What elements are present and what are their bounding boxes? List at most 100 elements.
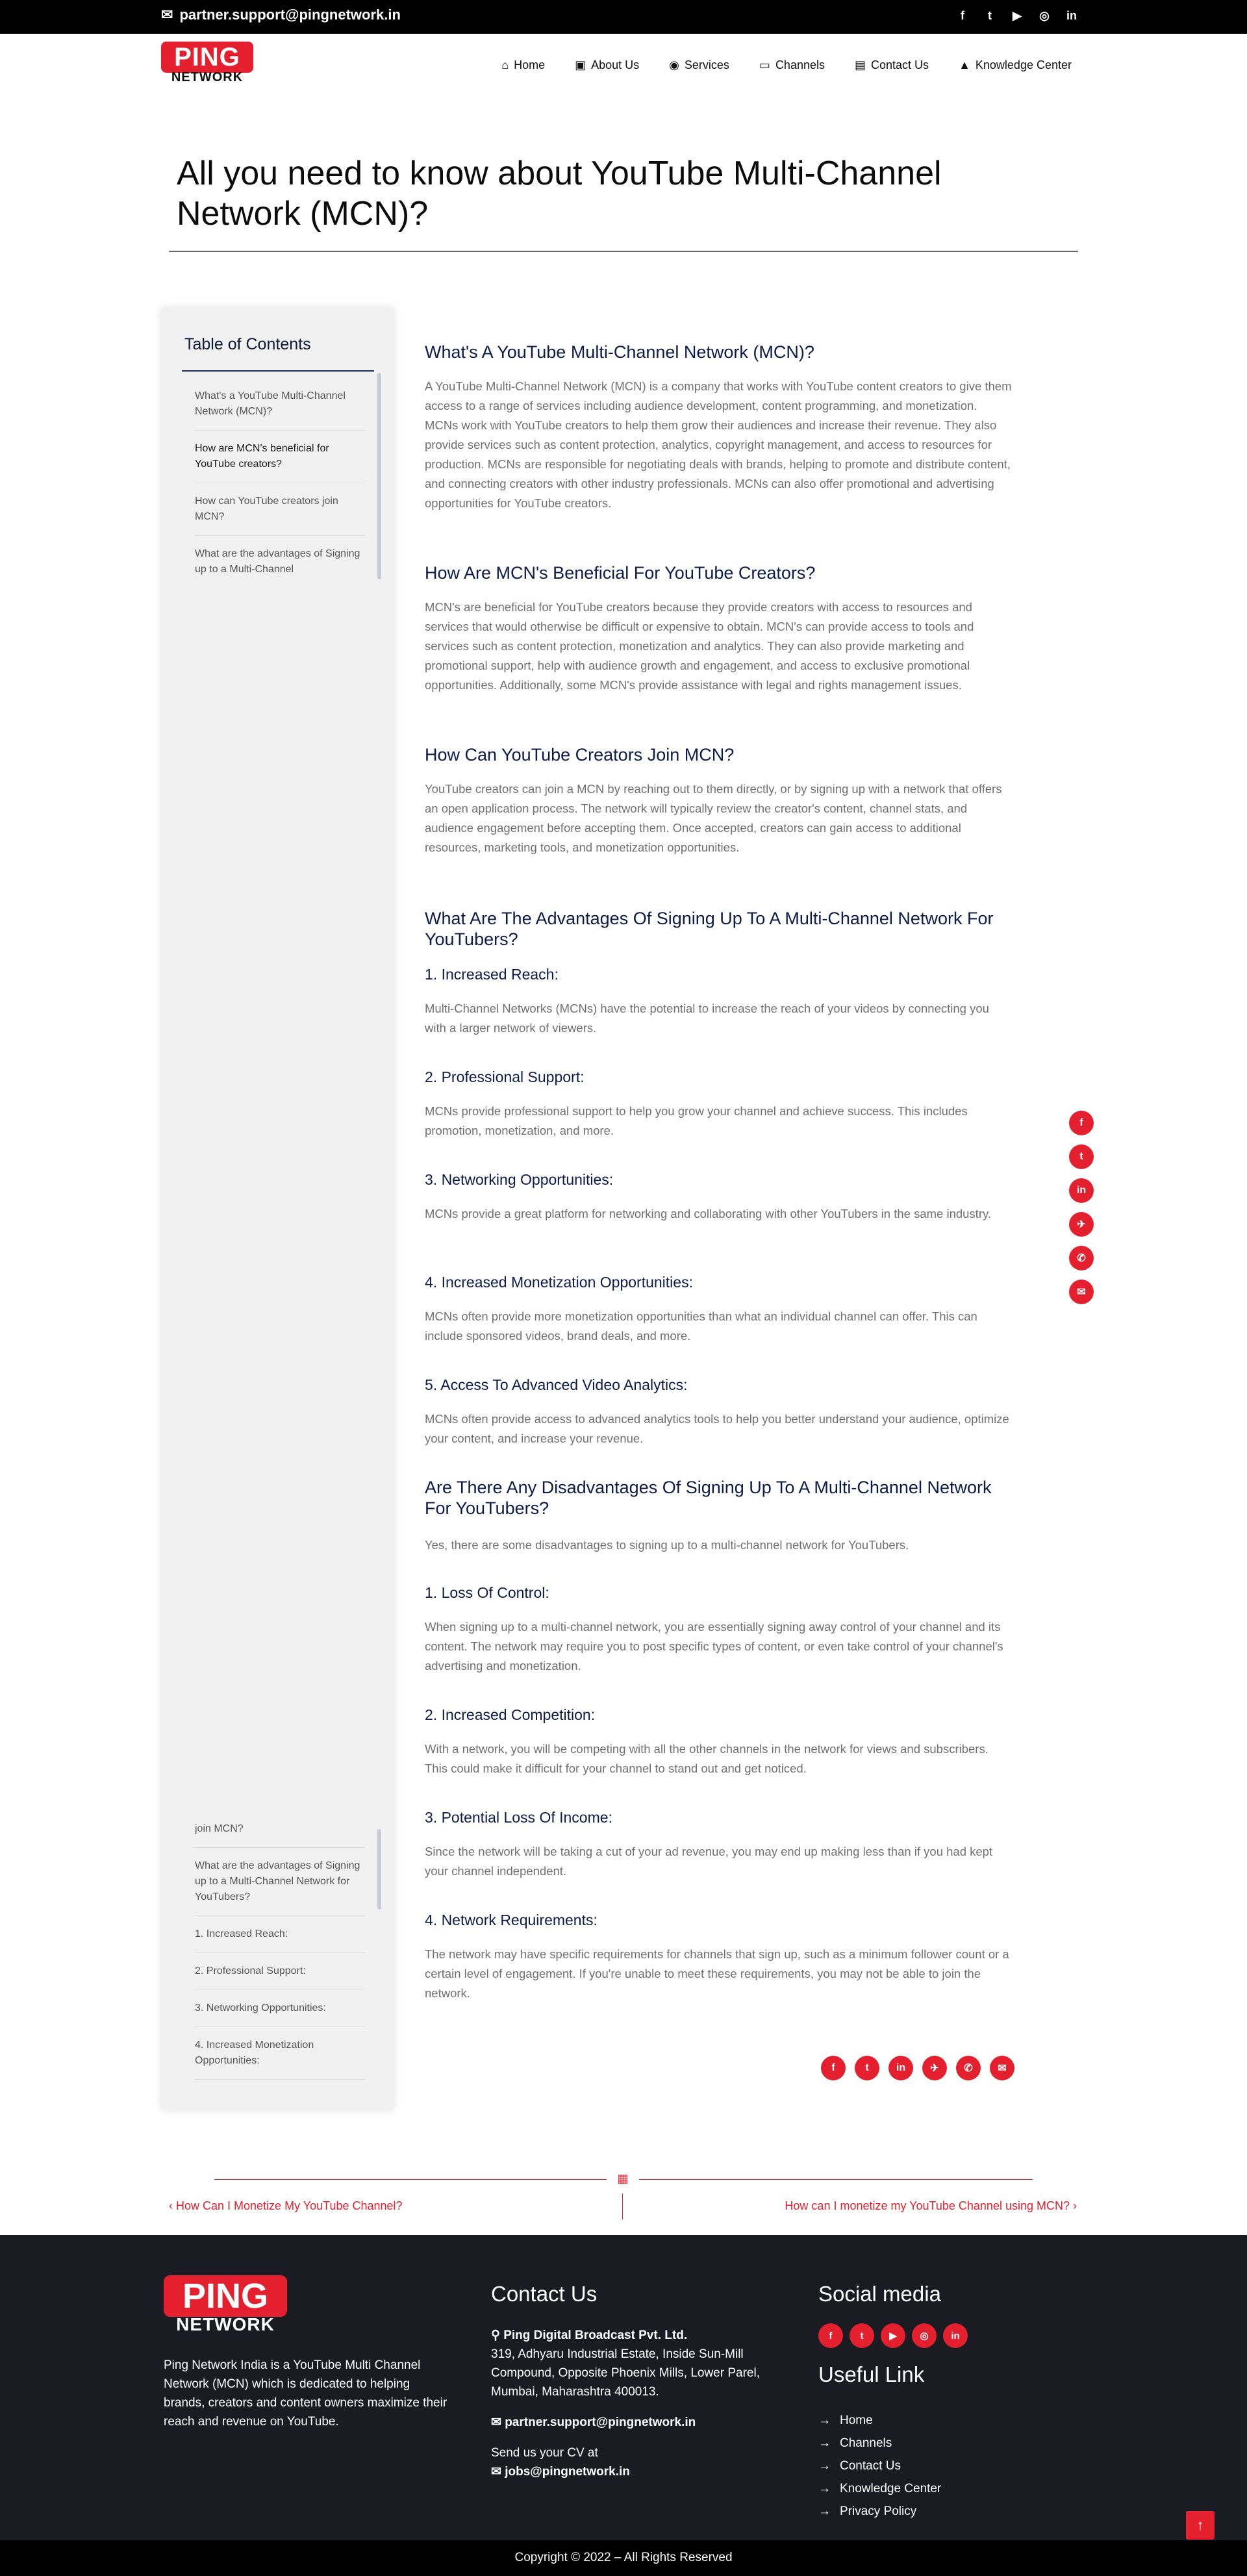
post-navigation-icon: ▦	[617, 2172, 629, 2185]
section-paragraph: MCN's are beneficial for YouTube creator…	[425, 600, 974, 692]
toc-scrollbar-top[interactable]	[377, 373, 381, 579]
share-email-icon[interactable]: ✉	[990, 2056, 1014, 2080]
footer-link[interactable]: Contact Us	[818, 2455, 941, 2477]
facebook-icon[interactable]: f	[956, 9, 969, 23]
title-divider	[169, 251, 1078, 252]
footer-address: 319, Adhyaru Industrial Estate, Inside S…	[491, 2347, 760, 2399]
footer-email[interactable]: ✉ partner.support@pingnetwork.in	[491, 2413, 803, 2432]
subsection-paragraph: MCNs often provide more monetization opp…	[425, 1309, 977, 1343]
postnav-divider	[622, 2193, 623, 2219]
nav-home-label: Home	[514, 58, 546, 71]
toc-divider	[182, 370, 374, 372]
toc-item[interactable]: What are the advantages of Signing up to…	[195, 1848, 365, 1916]
footer-link[interactable]: Privacy Policy	[818, 2500, 941, 2523]
previous-post-label: How Can I Monetize My YouTube Channel?	[176, 2199, 403, 2212]
linkedin-icon[interactable]: in	[943, 2323, 968, 2348]
toc-list-bottom: join MCN? What are the advantages of Sig…	[195, 1821, 365, 2098]
envelope-icon: ✉	[491, 2416, 505, 2429]
top-bar: ✉ partner.support@pingnetwork.in f t ▶ ◎…	[0, 0, 1247, 34]
youtube-icon[interactable]: ▶	[1011, 9, 1024, 23]
subsection-paragraph: Since the network will be taking a cut o…	[425, 1845, 993, 1878]
toc-item[interactable]: What's a YouTube Multi-Channel Network (…	[195, 378, 365, 431]
bottom-share-bar: f t in ✈ ✆ ✉	[821, 2056, 1014, 2080]
footer-company-name: Ping Digital Broadcast Pvt. Ltd.	[503, 2329, 688, 2342]
share-email-icon[interactable]: ✉	[1069, 1280, 1094, 1304]
scroll-to-top-button[interactable]: ↑	[1186, 2511, 1215, 2540]
handshake-icon: ◉	[669, 58, 679, 71]
share-twitter-icon[interactable]: t	[1069, 1144, 1094, 1169]
footer-link[interactable]: Knowledge Center	[818, 2477, 941, 2500]
share-linkedin-icon[interactable]: in	[888, 2056, 913, 2080]
facebook-icon[interactable]: f	[818, 2323, 843, 2348]
logo-ping: PING	[161, 42, 253, 73]
toc-item[interactable]: What are the advantages of Signing up to…	[195, 536, 365, 579]
toc-item-active[interactable]: How are MCN's beneficial for YouTube cre…	[195, 431, 365, 483]
share-linkedin-icon[interactable]: in	[1069, 1178, 1094, 1203]
footer-cv-label: Send us your CV at	[491, 2446, 598, 2460]
top-email[interactable]: ✉ partner.support@pingnetwork.in	[161, 6, 401, 23]
subsection-paragraph: The network may have specific requiremen…	[425, 1947, 1009, 2000]
footer-social-heading: Social media	[818, 2282, 941, 2306]
subsection-heading: 3. Potential Loss Of Income:	[425, 1809, 612, 1826]
subsection-heading: 4. Increased Monetization Opportunities:	[425, 1274, 693, 1291]
postnav-line-left	[214, 2179, 607, 2180]
section-heading: How Are MCN's Beneficial For YouTube Cre…	[425, 563, 816, 583]
share-whatsapp-icon[interactable]: ✆	[1069, 1246, 1094, 1270]
linkedin-icon[interactable]: in	[1065, 9, 1078, 23]
copyright-bar: Copyright © 2022 – All Rights Reserved	[0, 2540, 1247, 2576]
nav-about[interactable]: ▣ About Us	[575, 58, 639, 72]
site-logo[interactable]: PING NETWORK	[161, 42, 253, 88]
nav-channels[interactable]: ▭ Channels	[759, 58, 825, 72]
footer-links-heading: Useful Link	[818, 2362, 925, 2386]
share-telegram-icon[interactable]: ✈	[1069, 1212, 1094, 1237]
footer-cv-email[interactable]: ✉ jobs@pingnetwork.in	[491, 2462, 803, 2481]
instagram-icon[interactable]: ◎	[912, 2323, 937, 2348]
toc-item[interactable]: 1. Increased Reach:	[195, 1916, 365, 1953]
subsection-heading: 4. Network Requirements:	[425, 1912, 598, 1928]
instagram-icon[interactable]: ◎	[1038, 9, 1051, 23]
nav-contact-label: Contact Us	[871, 58, 929, 71]
section-heading: What Are The Advantages Of Signing Up To…	[425, 909, 994, 949]
share-twitter-icon[interactable]: t	[855, 2056, 879, 2080]
subsection-heading: 1. Increased Reach:	[425, 966, 559, 983]
previous-post-link[interactable]: ‹ How Can I Monetize My YouTube Channel?	[169, 2199, 403, 2213]
toc-item[interactable]: join MCN?	[195, 1821, 365, 1848]
footer-logo-network: NETWORK	[176, 2314, 275, 2334]
copyright-text: Copyright © 2022 – All Rights Reserved	[514, 2551, 733, 2564]
share-facebook-icon[interactable]: f	[1069, 1111, 1094, 1135]
footer-link[interactable]: Channels	[818, 2432, 941, 2455]
footer-logo[interactable]: PING NETWORK	[164, 2275, 287, 2335]
toc-item[interactable]: 2. Professional Support:	[195, 1953, 365, 1990]
envelope-icon: ✉	[161, 6, 173, 23]
nav-home[interactable]: ⌂ Home	[501, 58, 545, 72]
home-icon: ⌂	[501, 58, 509, 71]
share-telegram-icon[interactable]: ✈	[922, 2056, 947, 2080]
share-whatsapp-icon[interactable]: ✆	[956, 2056, 981, 2080]
nav-services[interactable]: ◉ Services	[669, 58, 729, 72]
youtube-icon[interactable]: ▶	[881, 2323, 905, 2348]
id-card-icon: ▣	[575, 58, 586, 71]
chevron-right-icon: ›	[1070, 2199, 1077, 2212]
footer-logo-ping: PING	[164, 2275, 287, 2317]
footer-contact: ⚲ Ping Digital Broadcast Pvt. Ltd. 319, …	[491, 2326, 803, 2481]
nav-contact[interactable]: ▤ Contact Us	[855, 58, 929, 72]
logo-network: NETWORK	[171, 70, 244, 84]
footer-links: Home Channels Contact Us Knowledge Cente…	[818, 2409, 941, 2523]
toc-item[interactable]: 4. Increased Monetization Opportunities:	[195, 2027, 365, 2080]
section-heading: What's A YouTube Multi-Channel Network (…	[425, 342, 814, 362]
toc-item[interactable]: How can YouTube creators join MCN?	[195, 483, 365, 536]
share-facebook-icon[interactable]: f	[821, 2056, 846, 2080]
contact-card-icon: ▤	[855, 58, 866, 71]
arrow-up-icon: ↑	[1196, 2517, 1204, 2533]
footer-link[interactable]: Home	[818, 2409, 941, 2432]
toc-scrollbar-bottom[interactable]	[377, 1829, 381, 1910]
footer-email-text: partner.support@pingnetwork.in	[505, 2416, 696, 2429]
twitter-icon[interactable]: t	[983, 9, 996, 23]
subsection-heading: 2. Increased Competition:	[425, 1706, 596, 1723]
location-pin-icon: ⚲	[491, 2329, 504, 2342]
toc-item[interactable]: 3. Networking Opportunities:	[195, 1990, 365, 2027]
subsection-paragraph: Multi-Channel Networks (MCNs) have the p…	[425, 1002, 989, 1035]
nav-knowledge[interactable]: ▲ Knowledge Center	[959, 58, 1072, 72]
next-post-link[interactable]: How can I monetize my YouTube Channel us…	[785, 2199, 1077, 2213]
twitter-icon[interactable]: t	[850, 2323, 874, 2348]
